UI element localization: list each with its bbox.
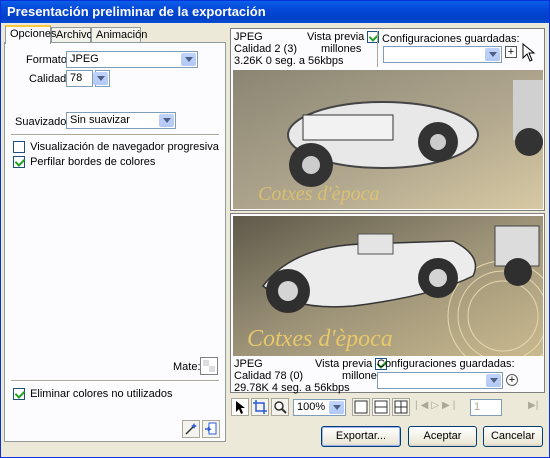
play-icon[interactable]: ▷ [431,400,442,411]
quality-input[interactable]: 78 [66,70,93,87]
sharpen-option[interactable]: Perfilar bordes de colores [13,156,156,169]
preview-size: 3.26K 0 seg. a 56kbps [234,55,344,67]
add-setting-button[interactable]: + [505,46,517,58]
preview-pane-bottom[interactable]: Cotxes d'època JPEG Calidad 78 (0) 29.78… [230,213,545,394]
cancel-button[interactable]: Cancelar [483,426,543,447]
progressive-option[interactable]: Visualización de navegador progresiva [13,141,219,154]
matte-color-swatch[interactable] [200,357,218,375]
zoom-tool-button[interactable] [271,398,289,416]
preview-colors: millones [321,43,362,55]
options-panel: Formato: JPEG Calidad: 78 Suavizado: Sin… [4,42,226,442]
remove-unused-label: Eliminar colores no utilizados [30,388,173,400]
sharpen-label: Perfilar bordes de colores [30,156,156,168]
divider [377,31,378,67]
two-view-button[interactable] [372,398,390,416]
two-pane-icon [374,400,388,414]
crop-tool-button[interactable] [251,398,269,416]
tab-animacion[interactable]: Animación [91,27,147,43]
four-view-button[interactable] [392,398,410,416]
format-label: Formato: [26,54,71,66]
vintage-car-image: Cotxes d'època [233,216,543,356]
caption-text: Cotxes d'època [247,326,393,352]
chevron-down-icon [159,114,174,127]
saved-settings-select[interactable] [377,372,503,389]
ok-button[interactable]: Aceptar [408,426,477,447]
zoom-value: 100% [297,401,326,413]
tab-opciones[interactable]: Opciones [5,25,56,44]
chevron-down-icon [181,53,196,66]
single-view-button[interactable] [352,398,370,416]
saved-settings-label: Configuraciones guardadas: [377,358,515,370]
quality-value: 78 [70,72,83,84]
vintage-car-image: Cotxes d'època [233,70,543,209]
preview-image-top: Cotxes d'època [233,70,543,209]
quality-slider-button[interactable] [93,70,110,87]
separator [11,380,219,382]
title-bar: Presentación preliminar de la exportació… [1,1,549,23]
export-button[interactable]: Exportar... [321,426,401,447]
export-wizard-icon [205,422,217,435]
remove-unused-checkbox[interactable] [13,388,25,401]
preview-quality: Calidad 78 (0) [234,370,304,382]
magic-wand-icon [185,423,197,435]
sharpen-checkbox[interactable] [13,156,25,169]
frame-value: 1 [474,401,481,413]
preview-image-bottom: Cotxes d'època [233,216,543,356]
saved-settings-select[interactable] [383,46,502,63]
export-wizard-button[interactable] [202,420,220,438]
preview-toggle-label: Vista previa [307,31,365,43]
arrow-cursor-icon [522,43,536,62]
preview-toolbar: 100% |◀▷▶| 1 ▶| [230,397,545,419]
preview-pane-top[interactable]: JPEG Calidad 2 (3) 3.26K 0 seg. a 56kbps… [230,28,545,211]
chevron-down-icon [329,401,344,414]
smoothing-value: Sin suavizar [70,114,130,126]
format-select[interactable]: JPEG [66,51,198,68]
frame-controls[interactable]: |◀▷▶| [415,400,458,411]
smoothing-label: Suavizado: [15,116,70,128]
saved-settings-label: Configuraciones guardadas: [382,33,520,45]
progressive-label: Visualización de navegador progresiva [30,141,219,153]
preview-toggle[interactable]: Vista previa [307,31,380,44]
window-title: Presentación preliminar de la exportació… [7,4,266,19]
tab-archivo[interactable]: Archivo [51,27,93,43]
matte-label: Mate: [173,361,201,373]
remove-unused-option[interactable]: Eliminar colores no utilizados [13,388,173,401]
magnifier-icon [274,401,287,414]
preview-toggle-label: Vista previa [315,358,373,370]
zoom-select[interactable]: 100% [293,399,346,416]
optimize-wand-button[interactable] [182,420,200,438]
last-frame-icon[interactable]: ▶| [528,400,538,411]
chevron-down-icon [93,72,108,85]
chevron-down-icon [486,374,501,387]
quality-label: Calidad: [29,73,70,85]
pointer-tool-button[interactable] [231,398,249,416]
pointer-icon [236,401,245,414]
format-value: JPEG [70,53,99,65]
chevron-down-icon [485,48,500,61]
next-frame-icon[interactable]: ▶| [442,400,458,411]
first-frame-icon[interactable]: |◀ [415,400,431,411]
export-preview-dialog: Presentación preliminar de la exportació… [0,0,550,458]
caption-text: Cotxes d'època [258,183,379,205]
crop-icon [253,400,267,414]
four-pane-icon [394,400,408,414]
frame-select[interactable]: 1 [470,399,502,416]
single-pane-icon [354,400,368,414]
add-setting-button[interactable]: + [506,374,518,386]
smoothing-select[interactable]: Sin suavizar [66,112,176,129]
progressive-checkbox[interactable] [13,141,25,154]
preview-size: 29.78K 4 seg. a 56kbps [234,382,350,394]
separator [11,134,219,136]
